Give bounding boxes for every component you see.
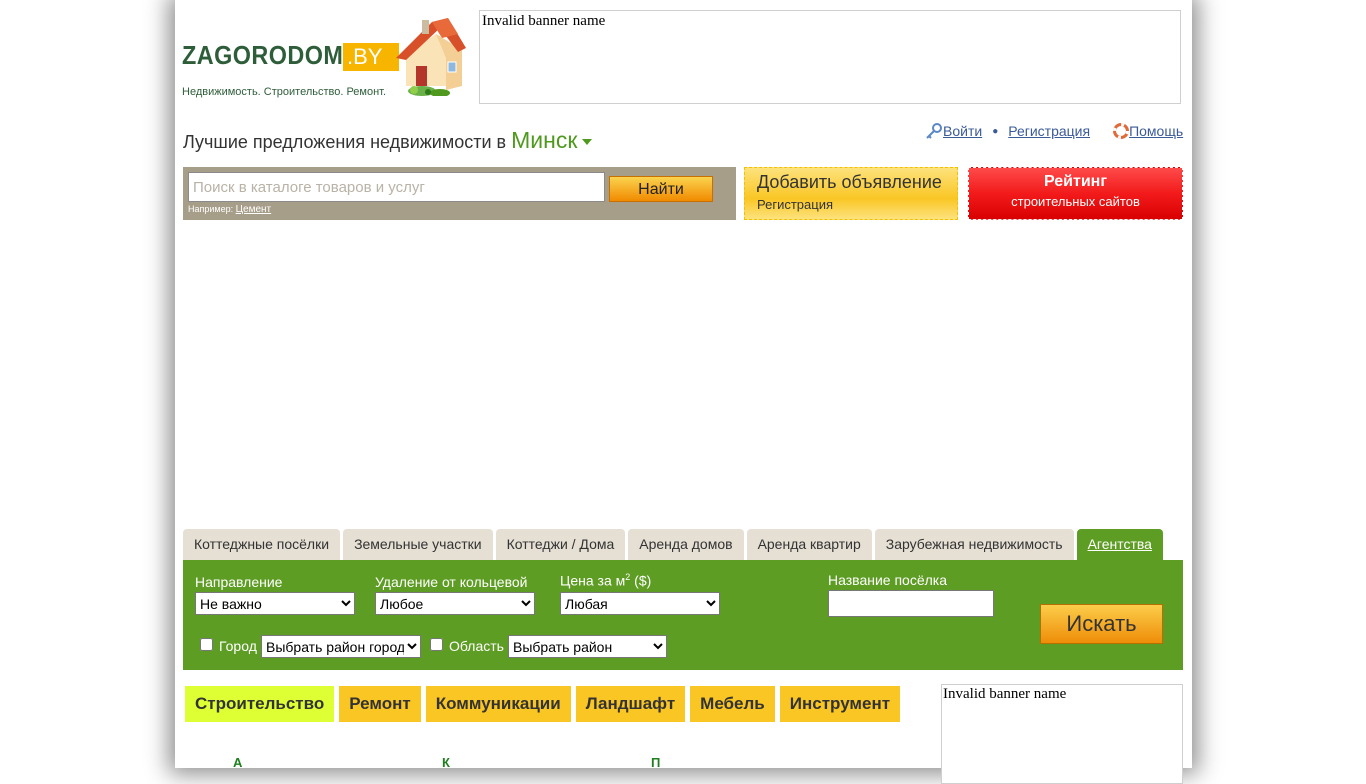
- direction-select[interactable]: Не важно: [195, 592, 355, 615]
- search-example: Например: Цемент: [188, 204, 271, 215]
- category-landscape[interactable]: Ландшафт: [575, 686, 686, 722]
- search-button[interactable]: Найти: [609, 176, 713, 202]
- category-tools[interactable]: Инструмент: [779, 686, 901, 722]
- search-example-label: Например:: [188, 204, 234, 214]
- register-link[interactable]: Регистрация: [1008, 123, 1090, 139]
- help-link[interactable]: Помощь: [1129, 123, 1183, 139]
- search-example-link[interactable]: Цемент: [236, 204, 272, 215]
- city-name: Минск: [511, 127, 578, 153]
- caret-down-icon: [582, 138, 593, 145]
- rating-button[interactable]: Рейтинг строительных сайтов: [968, 167, 1183, 220]
- tab-foreign-realty[interactable]: Зарубежная недвижимость: [874, 529, 1074, 560]
- add-ad-title: Добавить объявление: [757, 172, 942, 192]
- tab-cottages-houses[interactable]: Коттеджи / Дома: [495, 529, 626, 560]
- logo-tagline: Недвижимость. Строительство. Ремонт.: [182, 86, 387, 98]
- separator-dot: ●: [992, 125, 999, 137]
- city-checkbox[interactable]: [200, 638, 213, 651]
- price-select[interactable]: Любая: [560, 592, 720, 615]
- tab-land-plots[interactable]: Земельные участки: [343, 529, 493, 560]
- city-label: Город: [219, 638, 257, 654]
- key-icon: [926, 123, 942, 139]
- logo-tld: .BY: [343, 43, 399, 71]
- filter-search-button[interactable]: Искать: [1040, 604, 1163, 644]
- settlement-label: Название посёлка: [828, 572, 947, 588]
- site-logo[interactable]: ZAGORODOM .BY Недвижимость. Строительств…: [182, 10, 472, 105]
- search-input[interactable]: [188, 172, 605, 202]
- region-heading: Лучшие предложения недвижимости в Минск: [183, 127, 593, 154]
- region-prefix: Лучшие предложения недвижимости в: [183, 132, 507, 152]
- house-icon: [396, 18, 466, 96]
- top-banner[interactable]: Invalid banner name: [479, 10, 1181, 104]
- category-utilities[interactable]: Коммуникации: [425, 686, 571, 722]
- lifebuoy-icon: [1113, 123, 1130, 139]
- add-ad-button[interactable]: Добавить объявление Регистрация: [744, 167, 958, 220]
- city-selector[interactable]: Минск: [511, 127, 593, 153]
- category-construction[interactable]: Строительство: [185, 686, 335, 722]
- city-district-select[interactable]: Выбрать район города: [261, 635, 421, 658]
- settlement-input[interactable]: [828, 590, 994, 617]
- tab-apartment-rent[interactable]: Аренда квартир: [746, 529, 872, 560]
- category-repair[interactable]: Ремонт: [339, 686, 421, 722]
- region-checkbox[interactable]: [430, 638, 443, 651]
- rating-title: Рейтинг: [1043, 173, 1107, 190]
- price-label: Цена за м2 ($): [560, 572, 652, 589]
- distance-label: Удаление от кольцевой: [375, 574, 528, 590]
- rating-subtitle: строительных сайтов: [1011, 194, 1140, 209]
- user-bar: Войти ● Регистрация Помощь: [925, 123, 1183, 139]
- category-tabs: Строительство Ремонт Коммуникации Ландша…: [185, 686, 905, 722]
- region-label: Область: [449, 638, 504, 654]
- distance-select[interactable]: Любое: [375, 592, 535, 615]
- region-district-select[interactable]: Выбрать район: [508, 635, 667, 658]
- realty-tabs: Коттеджные посёлки Земельные участки Кот…: [183, 529, 1166, 560]
- catalog-search: Найти Например: Цемент: [183, 167, 736, 220]
- side-banner[interactable]: Invalid banner name: [941, 684, 1183, 784]
- tab-cottage-villages[interactable]: Коттеджные посёлки: [183, 529, 341, 560]
- direction-label: Направление: [195, 574, 283, 590]
- filter-panel: Направление Не важно Удаление от кольцев…: [183, 560, 1183, 670]
- add-ad-subtitle: Регистрация: [757, 197, 833, 212]
- login-link[interactable]: Войти: [943, 123, 982, 139]
- category-furniture[interactable]: Мебель: [690, 686, 775, 722]
- tab-house-rent[interactable]: Аренда домов: [628, 529, 744, 560]
- tab-agencies[interactable]: Агентства: [1076, 529, 1163, 560]
- logo-wordmark: ZAGORODOM: [182, 40, 344, 70]
